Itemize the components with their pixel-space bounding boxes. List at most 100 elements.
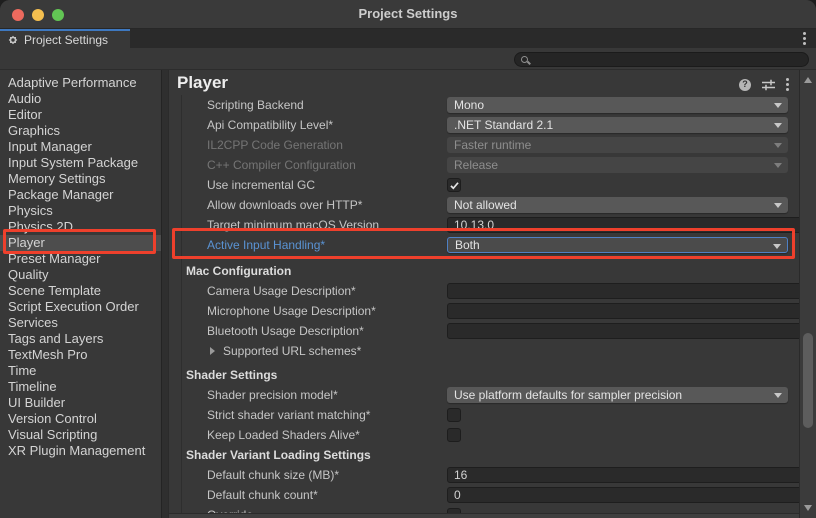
search-input[interactable] (533, 54, 802, 66)
panel-menu-icon[interactable] (786, 78, 789, 91)
tab-project-settings[interactable]: Project Settings (0, 29, 130, 48)
chevron-down-icon (774, 163, 782, 168)
settings-row: Default chunk count* (169, 485, 799, 505)
allow-downloads-over-http-dropdown[interactable]: Not allowed (447, 197, 788, 213)
sidebar-item-physics-2d[interactable]: Physics 2D (0, 219, 161, 235)
api-compatibility-level-dropdown[interactable]: .NET Standard 2.1 (447, 117, 788, 133)
settings-row: Allow downloads over HTTP* Not allowed (169, 195, 799, 215)
cpp-compiler-configuration-dropdown: Release (447, 157, 788, 173)
sidebar-item-input-system-package[interactable]: Input System Package (0, 155, 161, 171)
settings-row: Api Compatibility Level* .NET Standard 2… (169, 115, 799, 135)
page-title: Player (177, 73, 228, 93)
camera-usage-description-field[interactable] (447, 283, 816, 299)
settings-row-active-input-handling: Active Input Handling* Both (169, 235, 799, 255)
tab-bar: Project Settings (0, 29, 816, 48)
player-settings-panel: Player ? Scripting Backend Mono (169, 70, 799, 518)
scroll-up-icon[interactable] (804, 77, 812, 83)
setting-label: C++ Compiler Configuration (207, 155, 356, 175)
sidebar-item-textmesh-pro[interactable]: TextMesh Pro (0, 347, 161, 363)
section-header: Mac Configuration (169, 261, 799, 281)
settings-row: Supported URL schemes* (169, 341, 799, 361)
scrollbar-thumb[interactable] (803, 333, 813, 428)
tab-menu-icon[interactable] (803, 32, 806, 45)
checkmark-icon (449, 180, 460, 191)
chevron-down-icon (774, 143, 782, 148)
sidebar-item-timeline[interactable]: Timeline (0, 379, 161, 395)
sidebar-item-input-manager[interactable]: Input Manager (0, 139, 161, 155)
sidebar-item-preset-manager[interactable]: Preset Manager (0, 251, 161, 267)
setting-label: Keep Loaded Shaders Alive* (207, 425, 360, 445)
setting-label: Use incremental GC (207, 175, 315, 195)
setting-label: Bluetooth Usage Description* (207, 321, 364, 341)
window-title: Project Settings (0, 0, 816, 28)
setting-label: Api Compatibility Level* (207, 115, 333, 135)
default-chunk-count-field[interactable] (447, 487, 816, 503)
sidebar-item-memory-settings[interactable]: Memory Settings (0, 171, 161, 187)
strict-shader-variant-matching-checkbox[interactable] (447, 408, 461, 422)
settings-row: Bluetooth Usage Description* (169, 321, 799, 341)
scroll-down-icon[interactable] (804, 505, 812, 511)
settings-row: Target minimum macOS Version (169, 215, 799, 235)
chevron-down-icon (774, 393, 782, 398)
setting-label: Strict shader variant matching* (207, 405, 370, 425)
settings-row: Use incremental GC (169, 175, 799, 195)
sidebar-item-quality[interactable]: Quality (0, 267, 161, 283)
settings-toolbar (0, 48, 816, 70)
setting-label: Shader precision model* (207, 385, 338, 405)
sidebar-item-graphics[interactable]: Graphics (0, 123, 161, 139)
setting-label: Camera Usage Description* (207, 281, 356, 301)
chevron-down-icon (774, 123, 782, 128)
keep-loaded-shaders-alive-checkbox[interactable] (447, 428, 461, 442)
section-header: Shader Settings (169, 365, 799, 385)
bluetooth-usage-description-field[interactable] (447, 323, 816, 339)
il2cpp-code-generation-dropdown: Faster runtime (447, 137, 788, 153)
chevron-down-icon (774, 103, 782, 108)
sidebar-item-tags-and-layers[interactable]: Tags and Layers (0, 331, 161, 347)
foldout-triangle-icon[interactable] (210, 347, 215, 355)
shader-precision-model-dropdown[interactable]: Use platform defaults for sampler precis… (447, 387, 788, 403)
sidebar-item-adaptive-performance[interactable]: Adaptive Performance (0, 75, 161, 91)
sidebar-item-audio[interactable]: Audio (0, 91, 161, 107)
setting-label: IL2CPP Code Generation (207, 135, 343, 155)
sidebar-item-ui-builder[interactable]: UI Builder (0, 395, 161, 411)
settings-row: Shader precision model* Use platform def… (169, 385, 799, 405)
search-box[interactable] (514, 52, 809, 67)
sidebar-item-version-control[interactable]: Version Control (0, 411, 161, 427)
settings-row: Camera Usage Description* (169, 281, 799, 301)
sidebar-item-editor[interactable]: Editor (0, 107, 161, 123)
scripting-backend-dropdown[interactable]: Mono (447, 97, 788, 113)
help-icon[interactable]: ? (739, 79, 751, 91)
sidebar-item-scene-template[interactable]: Scene Template (0, 283, 161, 299)
settings-body: Adaptive Performance Audio Editor Graphi… (0, 70, 816, 518)
supported-url-schemes-foldout[interactable]: Supported URL schemes* (223, 341, 361, 361)
sidebar-item-visual-scripting[interactable]: Visual Scripting (0, 427, 161, 443)
search-icon (521, 56, 528, 63)
default-chunk-size-field[interactable] (447, 467, 816, 483)
sidebar-item-services[interactable]: Services (0, 315, 161, 331)
sidebar-item-xr-plugin-management[interactable]: XR Plugin Management (0, 443, 161, 459)
section-header: Shader Variant Loading Settings (169, 445, 799, 465)
setting-label: Allow downloads over HTTP* (207, 195, 362, 215)
sidebar-item-script-execution-order[interactable]: Script Execution Order (0, 299, 161, 315)
settings-row: Keep Loaded Shaders Alive* (169, 425, 799, 445)
settings-row: C++ Compiler Configuration Release (169, 155, 799, 175)
microphone-usage-description-field[interactable] (447, 303, 816, 319)
sidebar-item-physics[interactable]: Physics (0, 203, 161, 219)
use-incremental-gc-checkbox[interactable] (447, 178, 461, 192)
active-input-handling-dropdown[interactable]: Both (447, 237, 788, 253)
sidebar-item-package-manager[interactable]: Package Manager (0, 187, 161, 203)
chevron-down-icon (774, 203, 782, 208)
presets-icon[interactable] (762, 79, 775, 91)
project-settings-window: Project Settings Project Settings Adapti… (0, 0, 816, 518)
settings-row: Default chunk size (MB)* (169, 465, 799, 485)
setting-label: Scripting Backend (207, 95, 304, 115)
setting-label: Default chunk count* (207, 485, 318, 505)
sidebar-item-player[interactable]: Player (0, 235, 161, 251)
sidebar-splitter[interactable] (161, 70, 169, 518)
settings-row: Strict shader variant matching* (169, 405, 799, 425)
sidebar-item-time[interactable]: Time (0, 363, 161, 379)
horizontal-scrollbar[interactable] (169, 513, 799, 518)
vertical-scrollbar[interactable] (799, 70, 816, 518)
target-minimum-macos-version-field[interactable] (447, 217, 816, 233)
gear-icon (7, 34, 19, 46)
